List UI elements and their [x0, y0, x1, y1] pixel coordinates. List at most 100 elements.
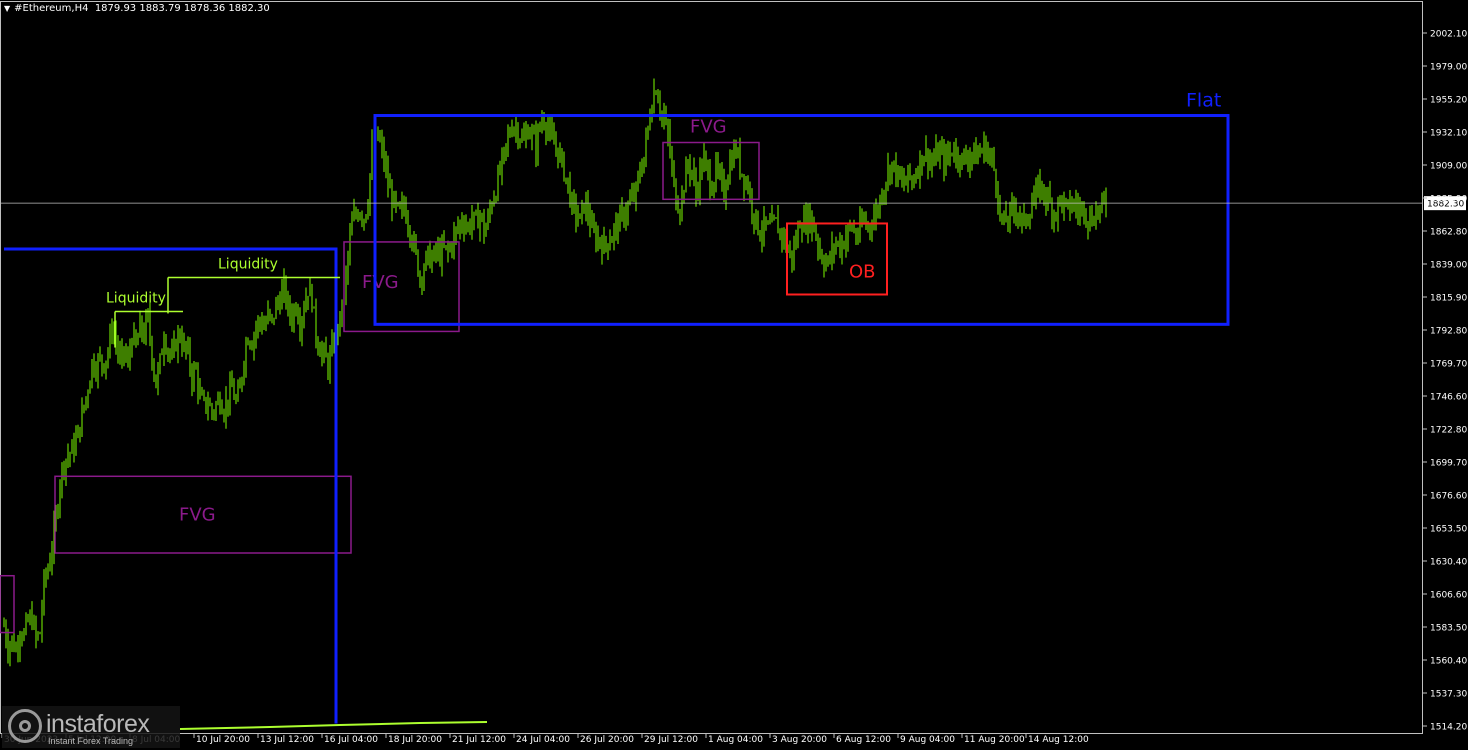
candle-body: [275, 301, 277, 319]
candle-body: [893, 161, 895, 163]
candle-body: [595, 230, 597, 245]
candle-body: [1089, 215, 1091, 229]
price-axis[interactable]: 2002.10 1979.00 1955.20 1932.10 1909.00 1885.…: [1423, 30, 1467, 733]
candle-body: [917, 174, 919, 176]
candle-body: [951, 152, 953, 155]
candle-body: [451, 245, 453, 250]
candle-body: [603, 238, 605, 254]
candle-body: [739, 149, 741, 174]
candle-body: [95, 371, 97, 376]
candle-body: [753, 214, 755, 222]
candle-body: [639, 173, 641, 177]
candle-body: [433, 247, 435, 259]
candle-body: [889, 166, 891, 177]
candle-body: [1073, 201, 1075, 206]
candle-body: [41, 609, 43, 634]
candle-body: [237, 387, 239, 400]
candle-body: [1003, 213, 1005, 220]
candle-body: [399, 203, 401, 208]
candle-body: [821, 253, 823, 262]
candle-body: [157, 368, 159, 388]
candle-body: [907, 165, 909, 182]
candle-body: [901, 178, 903, 180]
candle-body: [1043, 184, 1045, 196]
candle-body: [521, 135, 523, 141]
candle-body: [339, 311, 341, 333]
candle-body: [161, 353, 163, 355]
candle-body: [999, 207, 1001, 214]
candle-body: [485, 226, 487, 237]
candle-body: [311, 286, 313, 309]
candle-body: [85, 396, 87, 406]
candle-body: [1065, 199, 1067, 201]
logo-tagline: Instant Forex Trading: [48, 736, 134, 746]
candle-body: [227, 399, 229, 405]
candle-body: [849, 226, 851, 228]
candle-body: [577, 218, 579, 220]
candle-body: [891, 162, 893, 177]
candle-body: [885, 183, 887, 192]
candle-body: [193, 368, 195, 385]
candle-body: [247, 342, 249, 345]
candle-body: [331, 341, 333, 354]
candle-body: [847, 226, 849, 238]
candle-body: [677, 207, 679, 212]
candle-body: [869, 225, 871, 228]
candle-body: [897, 167, 899, 179]
candle-body: [79, 427, 81, 435]
candle-body: [127, 357, 129, 361]
candle-body: [209, 405, 211, 407]
candle-body: [875, 209, 877, 219]
candle-body: [687, 164, 689, 166]
candle-body: [1027, 220, 1029, 224]
candle-body: [15, 648, 17, 650]
candle-body: [387, 168, 389, 188]
y-tick-label: 1839.00: [1430, 261, 1467, 271]
candle-body: [565, 177, 567, 180]
candle-body: [505, 144, 507, 149]
candle-body: [243, 364, 245, 379]
candle-body: [929, 160, 931, 166]
candle-body: [19, 637, 21, 649]
candle-body: [601, 243, 603, 254]
candle-body: [817, 237, 819, 248]
candle-body: [435, 247, 437, 252]
candle-body: [229, 383, 231, 405]
candle-body: [9, 644, 11, 656]
candle-body: [91, 360, 93, 383]
candle-body: [627, 203, 629, 215]
candle-body: [119, 353, 121, 357]
x-tick-label: 21 Jul 12:00: [452, 735, 506, 745]
y-tick-label: 2002.10: [1430, 30, 1467, 40]
candle-body: [49, 563, 51, 570]
candle-body: [589, 215, 591, 227]
candle-body: [93, 360, 95, 372]
candle-body: [673, 166, 675, 180]
candle-body: [557, 147, 559, 161]
candle-body: [857, 235, 859, 241]
candle-body: [379, 139, 381, 141]
candle-body: [685, 165, 687, 193]
candle-body: [745, 181, 747, 188]
candle-body: [65, 459, 67, 472]
candle-body: [593, 223, 595, 231]
candle-body: [567, 177, 569, 182]
candle-body: [823, 261, 825, 269]
candle-body: [547, 128, 549, 133]
x-tick-label: 1 Aug 04:00: [708, 735, 763, 745]
candle-body: [289, 300, 291, 315]
price-chart[interactable]: FVG FVG FVG OB Flat Liquidity Liquidity 1882.…: [0, 0, 1468, 750]
candle-body: [1083, 203, 1085, 213]
candle-body: [439, 248, 441, 263]
candle-body: [1075, 201, 1077, 207]
candle-body: [549, 126, 551, 129]
candle-body: [489, 209, 491, 216]
candle-body: [585, 202, 587, 212]
candle-body: [205, 397, 207, 409]
candle-body: [551, 126, 553, 137]
candle-body: [1081, 203, 1083, 210]
dropdown-triangle-icon[interactable]: ▼: [4, 4, 10, 13]
candle-body: [695, 177, 697, 196]
candle-body: [705, 155, 707, 163]
candle-body: [895, 161, 897, 179]
